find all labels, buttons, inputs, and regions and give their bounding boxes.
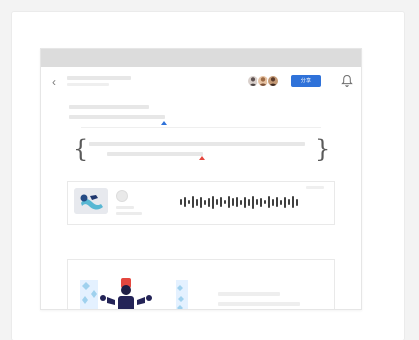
avatar-3[interactable]: [267, 75, 279, 87]
audio-side-line: [306, 186, 324, 189]
right-brace: }: [315, 135, 331, 163]
code-line-2: [107, 152, 203, 156]
browser-window: ‹ 分享 {}: [40, 48, 362, 310]
title-placeholder: [67, 76, 131, 80]
subtitle-placeholder: [67, 83, 109, 86]
window-topbar: [41, 49, 361, 67]
waveform-icon: [180, 192, 316, 212]
share-button[interactable]: 分享: [291, 75, 321, 87]
chevron-left-icon[interactable]: ‹: [49, 76, 59, 88]
audio-card[interactable]: [67, 181, 335, 225]
document-canvas: { }: [41, 97, 361, 309]
section-divider: [81, 127, 321, 128]
left-brace: {: [73, 135, 89, 163]
intro-line-2: [69, 115, 165, 119]
illustration-icon: [72, 270, 194, 309]
root: ‹ 分享 {}: [0, 0, 419, 340]
illustration-icon: [74, 188, 108, 214]
error-marker: [199, 156, 205, 160]
text-line-1: [218, 292, 280, 296]
audio-meta-2: [116, 212, 142, 215]
bell-icon[interactable]: [341, 74, 353, 88]
audio-meta-1: [116, 206, 134, 209]
audio-icon: [116, 190, 128, 202]
intro-line-1: [69, 105, 149, 109]
preview-card: ‹ 分享 {}: [12, 12, 404, 340]
toolbar: ‹ 分享: [41, 67, 361, 98]
cursor-marker: [161, 121, 167, 125]
text-line-2: [218, 302, 300, 306]
code-line-1: [89, 142, 305, 146]
ai-illustration-card[interactable]: [67, 259, 335, 309]
